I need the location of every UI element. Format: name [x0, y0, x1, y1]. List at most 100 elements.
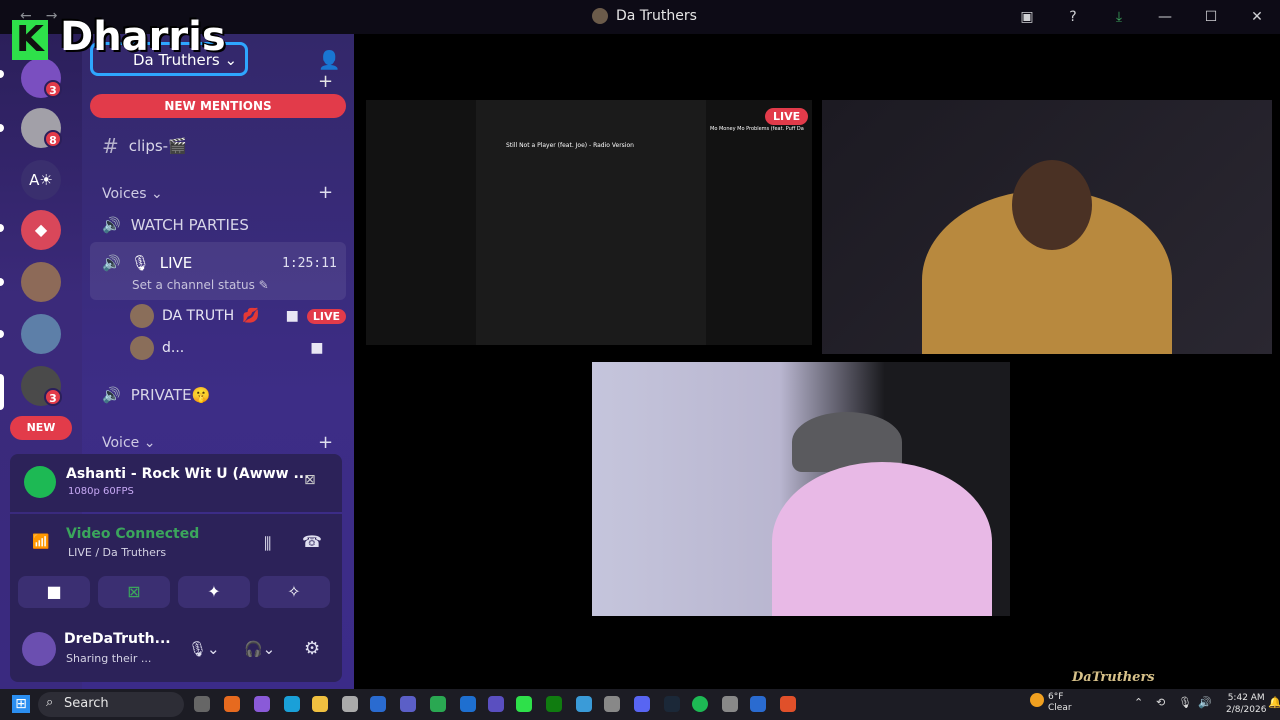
system-clock[interactable]: 5:42 AM 2/8/2026 [1226, 692, 1266, 716]
kick-icon[interactable] [516, 696, 532, 712]
voice-status: Video Connected [66, 526, 200, 542]
add-channel-icon[interactable]: + [318, 432, 333, 453]
server-icon-4[interactable]: ◆ [21, 210, 61, 250]
windows-start-icon[interactable]: ⊞ [12, 695, 30, 713]
download-icon[interactable]: ⤓ [1096, 9, 1142, 25]
add-channel-icon[interactable]: + [318, 182, 333, 203]
weather-temp: 6°F [1048, 692, 1064, 702]
channel-clips[interactable]: # clips-🎬 [102, 134, 187, 158]
app-icon[interactable] [576, 696, 592, 712]
now-playing-text: Still Not a Player (feat. Joe) - Radio V… [506, 142, 634, 149]
disconnect-icon[interactable]: ☎ [302, 532, 322, 551]
mic-tray-icon[interactable]: 🎙 [1178, 696, 1192, 709]
noise-suppression-icon[interactable]: ⫼ [264, 534, 271, 554]
file-explorer-icon[interactable] [312, 696, 328, 712]
avatar[interactable] [22, 632, 56, 666]
close-button[interactable]: ✕ [1234, 9, 1280, 25]
taskbar-search[interactable]: ⌕ Search [38, 692, 184, 717]
app-icon[interactable] [430, 696, 446, 712]
app-icon[interactable] [780, 696, 796, 712]
add-member-icon[interactable]: 👤+ [318, 50, 354, 92]
category-voice[interactable]: Voice ⌄ [102, 435, 155, 451]
tray-chevron-icon[interactable]: ⌃ [1134, 696, 1143, 709]
now-playing-panel: Ashanti - Rock Wit U (Awww ... 1080p 60F… [10, 454, 342, 512]
maximize-button[interactable]: ☐ [1188, 9, 1234, 25]
activities-button[interactable]: ✦ [178, 576, 250, 608]
unread-pill [0, 70, 4, 78]
search-icon: ⌕ [46, 695, 54, 710]
channel-private[interactable]: 🔊 PRIVATE🤫 [102, 386, 210, 404]
spotify-icon[interactable] [692, 696, 708, 712]
edge-icon[interactable] [284, 696, 300, 712]
speaker-icon: 🔊 [102, 216, 121, 234]
server-icon [592, 8, 608, 24]
stream-quality: 1080p 60FPS [68, 486, 134, 497]
network-icon[interactable]: ⟲ [1156, 696, 1165, 709]
speaker-icon: 🔊 [102, 386, 121, 404]
voice-user-da-truth[interactable]: DA TRUTH 💋 ■ LIVE [130, 304, 346, 328]
channel-private-label: PRIVATE🤫 [130, 386, 211, 404]
voice-user-d[interactable]: d... ■ [130, 336, 323, 360]
firefox-icon[interactable] [224, 696, 240, 712]
unread-pill [0, 124, 4, 132]
soundboard-button[interactable]: ✧ [258, 576, 330, 608]
category-voices-label: Voices [102, 186, 147, 202]
store-icon[interactable] [342, 696, 358, 712]
channel-clips-label: clips-🎬 [128, 137, 187, 155]
channel-live[interactable]: 🔊 🎙 LIVE [102, 254, 192, 272]
teams-icon[interactable] [400, 696, 416, 712]
live-badge: LIVE [306, 308, 346, 324]
mention-badge: 3 [44, 388, 62, 406]
outlook-icon[interactable] [370, 696, 386, 712]
settings-icon[interactable] [604, 696, 620, 712]
webcam-tile-1[interactable] [822, 100, 1272, 354]
window-title: Da Truthers [592, 8, 697, 24]
settings-gear-icon[interactable]: ⚙ [304, 638, 320, 659]
xbox-icon[interactable] [546, 696, 562, 712]
inbox-icon[interactable]: ▣ [1004, 9, 1050, 25]
app-icon[interactable] [488, 696, 504, 712]
camera-icon: ■ [285, 308, 299, 324]
screen-share-button[interactable]: ⊠ [98, 576, 170, 608]
username[interactable]: DreDaTruth... [64, 631, 171, 647]
task-view-icon[interactable] [194, 696, 210, 712]
screen-share-tile[interactable]: Still Not a Player (feat. Joe) - Radio V… [366, 100, 812, 345]
microphone-icon[interactable]: 🎙⌄ [188, 640, 220, 658]
logo-text: Dharris [60, 14, 226, 60]
server-icon-5[interactable] [21, 262, 61, 302]
app-icon[interactable] [750, 696, 766, 712]
camera-button[interactable]: ■ [18, 576, 90, 608]
server-icon-6[interactable] [21, 314, 61, 354]
minimize-button[interactable]: — [1142, 9, 1188, 25]
server-icon-3[interactable]: A☀ [21, 160, 61, 200]
notification-icon[interactable]: 🔔 [1268, 696, 1280, 709]
new-mentions-button[interactable]: NEW MENTIONS [90, 94, 346, 118]
app-icon[interactable] [254, 696, 270, 712]
kick-logo-icon: K [12, 20, 48, 60]
volume-icon[interactable]: 🔊 [1198, 696, 1212, 709]
discord-icon[interactable] [634, 696, 650, 712]
app-icon[interactable] [460, 696, 476, 712]
webcam-tile-2[interactable] [592, 362, 1010, 616]
channel-status[interactable]: Set a channel status ✎ [132, 278, 269, 292]
watermark: DaTruthers [1072, 670, 1155, 685]
unread-pill [0, 278, 4, 286]
channel-watch-parties[interactable]: 🔊 WATCH PARTIES [102, 216, 249, 234]
new-unreads-pill[interactable]: NEW [10, 416, 72, 440]
avatar [130, 336, 154, 360]
category-voices[interactable]: Voices ⌄ [102, 186, 163, 202]
mention-badge: 8 [44, 130, 62, 148]
status-emoji-icon: 💋 [242, 308, 260, 324]
voice-connection-panel: 📶 Video Connected LIVE / Da Truthers ⫼ ☎… [10, 514, 342, 622]
help-icon[interactable]: ? [1050, 9, 1096, 25]
search-label: Search [64, 696, 109, 711]
steam-icon[interactable] [664, 696, 680, 712]
weather-widget[interactable]: 6°F Clear [1048, 692, 1072, 714]
stop-stream-icon[interactable]: ⊠ [304, 472, 316, 488]
channel-live-label: LIVE [159, 254, 193, 272]
signal-icon[interactable]: 📶 [32, 534, 49, 550]
app-icon[interactable] [722, 696, 738, 712]
channel-status-text: Set a channel status [132, 278, 255, 292]
voice-user-name: DA TRUTH [162, 308, 235, 324]
headphones-icon[interactable]: 🎧⌄ [244, 640, 275, 658]
